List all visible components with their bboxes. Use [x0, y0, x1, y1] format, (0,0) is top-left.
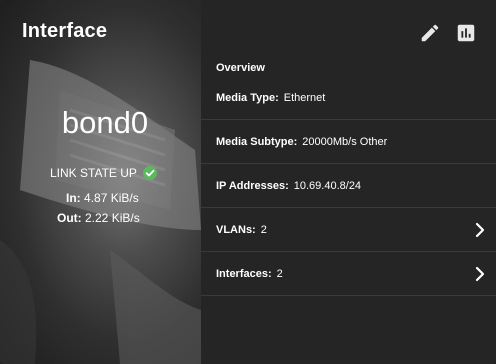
pencil-icon[interactable] [419, 22, 441, 44]
interfaces-label: Interfaces: [216, 267, 272, 280]
interfaces-value: 2 [276, 267, 283, 280]
media-subtype-value: 20000Mb/s Other [302, 135, 388, 148]
overview-heading: Overview [216, 62, 265, 74]
link-state-label: LINK STATE UP [50, 166, 137, 180]
outbound-traffic: Out: 2.22 KiB/s [57, 211, 140, 225]
outbound-label: Out: [57, 211, 82, 225]
media-subtype-label: Media Subtype: [216, 135, 298, 148]
ethernet-cable-background-image [0, 60, 201, 364]
vlans-label: VLANs: [216, 223, 256, 236]
inbound-traffic: In: 4.87 KiB/s [66, 191, 139, 205]
media-type-row: Media Type: Ethernet [201, 76, 496, 120]
media-subtype-row: Media Subtype: 20000Mb/s Other [201, 120, 496, 164]
interface-summary-panel: Interface bond0 LINK STATE UP In: 4.87 K… [0, 0, 201, 364]
ip-addresses-value: 10.69.40.8/24 [293, 179, 362, 192]
vlans-value: 2 [260, 223, 267, 236]
media-type-label: Media Type: [216, 91, 279, 104]
ip-addresses-label: IP Addresses: [216, 179, 289, 192]
interface-details-panel: Overview Media Type: Ethernet Media Subt… [201, 0, 496, 364]
link-state: LINK STATE UP [50, 166, 157, 180]
chevron-right-icon[interactable] [473, 222, 487, 238]
interface-name: bond0 [61, 105, 149, 140]
interfaces-row[interactable]: Interfaces: 2 [201, 252, 496, 296]
bar-chart-icon[interactable] [455, 22, 477, 44]
inbound-value: 4.87 KiB/s [84, 191, 139, 205]
inbound-label: In: [66, 191, 81, 205]
vlans-row[interactable]: VLANs: 2 [201, 208, 496, 252]
chevron-right-icon[interactable] [473, 266, 487, 282]
outbound-value: 2.22 KiB/s [85, 211, 140, 225]
ip-addresses-row: IP Addresses: 10.69.40.8/24 [201, 164, 496, 208]
media-type-value: Ethernet [283, 91, 326, 104]
interface-card: Interface bond0 LINK STATE UP In: 4.87 K… [0, 0, 496, 364]
check-circle-icon [142, 166, 157, 180]
card-title: Interface [22, 20, 108, 42]
